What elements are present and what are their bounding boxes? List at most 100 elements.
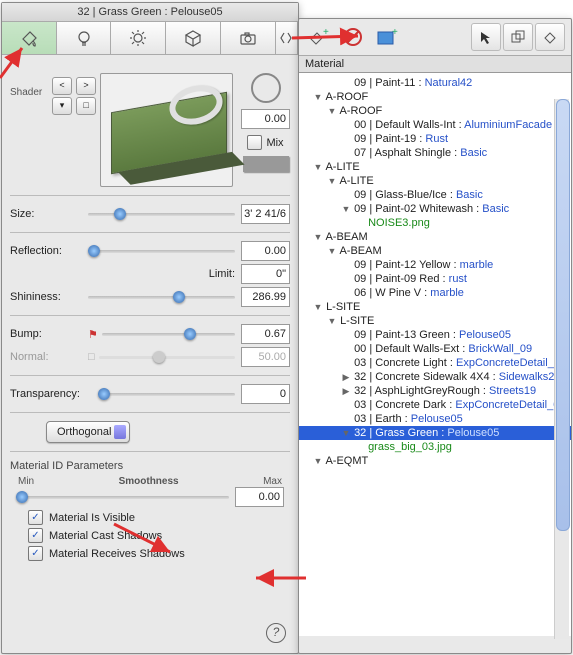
tree-row[interactable]: 07 | Asphalt Shingle : Basic xyxy=(299,146,571,160)
transparency-slider[interactable] xyxy=(98,387,235,401)
tree-row[interactable]: 09 | Glass-Blue/Ice : Basic xyxy=(299,188,571,202)
check-0: ✓ Material Is Visible xyxy=(28,510,290,525)
check-1: ✓Material Cast Shadows xyxy=(28,528,290,543)
add-image-button[interactable]: + xyxy=(373,24,401,50)
tree-row[interactable]: ▼ A-BEAM xyxy=(299,230,571,244)
bump-value[interactable]: 0.67 xyxy=(241,324,290,344)
no-entry-icon xyxy=(343,27,363,47)
layers-icon xyxy=(511,30,525,44)
tree-row[interactable]: ▼ A-ROOF xyxy=(299,104,571,118)
tab-light[interactable] xyxy=(57,22,112,54)
matid-section-label: Material ID Parameters xyxy=(10,460,290,472)
tab-camera[interactable] xyxy=(221,22,276,54)
tree-row[interactable]: 09 | Paint-13 Green : Pelouse05 xyxy=(299,328,571,342)
tree-row[interactable]: ▼ A-EQMT xyxy=(299,454,571,468)
tree-row[interactable]: 03 | Concrete Dark : ExpConcreteDetail_0 xyxy=(299,398,571,412)
rotation-value[interactable]: 0.00 xyxy=(241,109,290,129)
min-label: Min xyxy=(18,476,34,487)
material-preview xyxy=(100,73,233,187)
checkbox[interactable]: ✓ xyxy=(28,528,43,543)
reflection-label: Reflection: xyxy=(10,245,88,257)
color-swatch[interactable] xyxy=(243,156,289,172)
tree-row[interactable]: ▼ A-ROOF xyxy=(299,90,571,104)
mix-label: Mix xyxy=(266,137,283,149)
tab-cube[interactable] xyxy=(166,22,221,54)
layers-tool[interactable] xyxy=(503,23,533,51)
tree-row[interactable]: 00 | Default Walls-Ext : BrickWall_09 xyxy=(299,342,571,356)
smoothness-slider[interactable] xyxy=(16,490,229,504)
next-shader-button[interactable]: > xyxy=(76,77,96,95)
select-tool[interactable] xyxy=(471,23,501,51)
bump-slider[interactable] xyxy=(102,327,235,341)
check-label: Material Is Visible xyxy=(49,512,135,524)
scrollbar[interactable] xyxy=(554,99,569,639)
image-plus-icon: + xyxy=(376,27,398,47)
tree-row[interactable]: 09 | Paint-12 Yellow : marble xyxy=(299,258,571,272)
tree-row[interactable]: ▼ A-BEAM xyxy=(299,244,571,258)
tree-row[interactable]: ▼ 09 | Paint-02 Whitewash : Basic xyxy=(299,202,571,216)
tree-row[interactable]: ▼ L-SITE xyxy=(299,300,571,314)
bucket-tool[interactable] xyxy=(535,23,565,51)
tree-row[interactable]: 03 | Concrete Light : ExpConcreteDetail_… xyxy=(299,356,571,370)
material-toolbar: + + xyxy=(299,19,571,56)
prev-shader-button[interactable]: < xyxy=(52,77,72,95)
shininess-value[interactable]: 286.99 xyxy=(241,287,290,307)
cube-icon xyxy=(184,29,202,47)
paint-plus-icon: + xyxy=(308,27,330,47)
size-value[interactable]: 3' 2 41/6 xyxy=(241,204,290,224)
projection-select[interactable]: Orthogonal xyxy=(46,421,130,443)
max-label: Max xyxy=(263,476,282,487)
tree-row[interactable]: ▼ A-LITE xyxy=(299,160,571,174)
toggle2-shader-button[interactable]: □ xyxy=(76,97,96,115)
normal-value: 50.00 xyxy=(241,347,290,367)
transparency-value[interactable]: 0 xyxy=(241,384,290,404)
bulb-icon xyxy=(75,29,93,47)
tree-row[interactable]: NOISE3.png xyxy=(299,216,571,230)
size-slider[interactable] xyxy=(88,207,235,221)
tree-row[interactable]: 09 | Paint-19 : Rust xyxy=(299,132,571,146)
reflection-slider[interactable] xyxy=(88,244,235,258)
chevron-left-right-icon xyxy=(277,29,295,47)
scrollbar-thumb[interactable] xyxy=(556,99,570,531)
delete-material-button[interactable] xyxy=(339,24,367,50)
tree-row[interactable]: 00 | Default Walls-Int : AluminiumFacade xyxy=(299,118,571,132)
add-material-button[interactable]: + xyxy=(305,24,333,50)
tab-expand[interactable] xyxy=(276,22,298,54)
tree-row[interactable]: 06 | W Pine V : marble xyxy=(299,286,571,300)
tree-row[interactable]: grass_big_03.jpg xyxy=(299,440,571,454)
shader-content: Shader < ▾ > □ 0.00 Mix Size:3' 2 41/6 R… xyxy=(2,55,298,629)
paint-bucket-icon xyxy=(20,29,38,47)
transparency-label: Transparency: xyxy=(10,388,98,400)
limit-value[interactable]: 0" xyxy=(241,264,290,284)
tree-row[interactable]: 09 | Paint-09 Red : rust xyxy=(299,272,571,286)
shader-panel: 32 | Grass Green : Pelouse05 Shader < ▾ … xyxy=(1,2,299,654)
help-button[interactable]: ? xyxy=(266,623,286,629)
normal-flag-icon: □ xyxy=(88,351,95,363)
tab-bar xyxy=(2,22,298,55)
reflection-value[interactable]: 0.00 xyxy=(241,241,290,261)
smoothness-value[interactable]: 0.00 xyxy=(235,487,284,507)
svg-text:+: + xyxy=(323,27,329,38)
tree-row[interactable]: ▼ L-SITE xyxy=(299,314,571,328)
tab-shader[interactable] xyxy=(2,22,57,54)
tab-sun[interactable] xyxy=(111,22,166,54)
normal-slider xyxy=(99,350,235,364)
material-tree[interactable]: 09 | Paint-11 : Natural42▼ A-ROOF▼ A-ROO… xyxy=(299,73,571,636)
tree-row[interactable]: ▼ 32 | Grass Green : Pelouse05 xyxy=(299,426,571,440)
tree-row[interactable]: 09 | Paint-11 : Natural42 xyxy=(299,76,571,90)
tree-row[interactable]: ▶ 32 | Concrete Sidewalk 4X4 : Sidewalks… xyxy=(299,370,571,384)
check-2: ✓Material Receives Shadows xyxy=(28,546,290,561)
bump-warning-icon: ⚑ xyxy=(88,328,98,341)
material-list-panel: + + Material 09 | Paint-11 : Natural42▼ … xyxy=(298,18,572,654)
checkbox[interactable]: ✓ xyxy=(28,546,43,561)
toggle-shader-button[interactable]: ▾ xyxy=(52,97,72,115)
checkbox[interactable]: ✓ xyxy=(28,510,43,525)
svg-text:+: + xyxy=(392,27,398,38)
shininess-slider[interactable] xyxy=(88,290,235,304)
camera-icon xyxy=(239,29,257,47)
tree-row[interactable]: ▶ 32 | AsphLightGreyRough : Streets19 xyxy=(299,384,571,398)
tree-row[interactable]: 03 | Earth : Pelouse05 xyxy=(299,412,571,426)
mix-checkbox[interactable] xyxy=(247,135,262,150)
tree-row[interactable]: ▼ A-LITE xyxy=(299,174,571,188)
rotation-dial[interactable] xyxy=(251,73,281,103)
